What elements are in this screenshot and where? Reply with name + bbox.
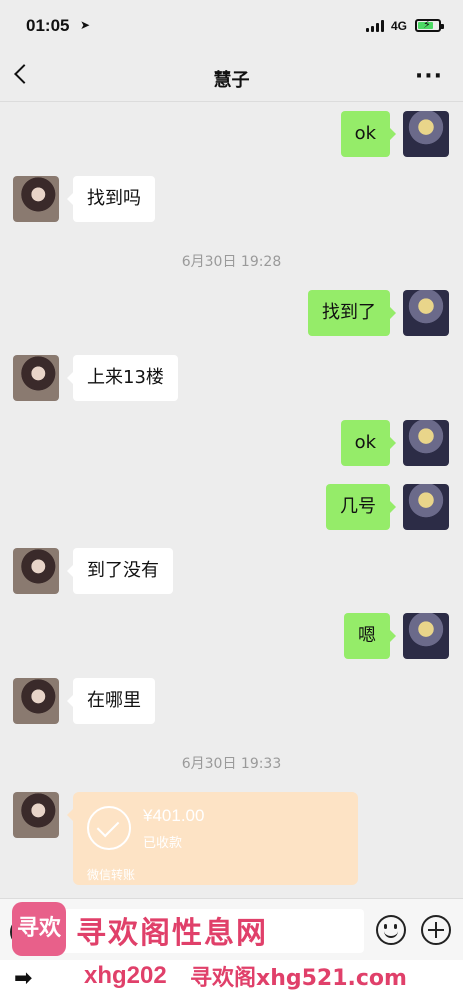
message-bubble[interactable]: 几号: [326, 484, 396, 530]
my-avatar[interactable]: [403, 111, 449, 157]
contact-avatar[interactable]: [13, 548, 59, 594]
watermark-url: 寻欢阁xhg521.com: [190, 966, 407, 991]
message-bubble[interactable]: ok: [340, 111, 397, 157]
transfer-label: 微信转账: [87, 868, 136, 882]
my-avatar[interactable]: [403, 484, 449, 530]
cellular-signal-icon: [366, 20, 386, 32]
contact-avatar[interactable]: [13, 678, 59, 724]
check-icon: [87, 806, 131, 850]
message-bubble[interactable]: 到了没有: [67, 548, 173, 594]
contact-avatar[interactable]: [13, 792, 59, 838]
chat-title: 慧子: [213, 70, 250, 91]
my-avatar[interactable]: [403, 420, 449, 466]
location-arrow-icon: ➤: [80, 18, 91, 32]
message-bubble[interactable]: 嗯: [344, 613, 396, 659]
plus-icon[interactable]: [421, 915, 451, 945]
battery-charging-icon: ⚡: [415, 18, 444, 32]
contact-avatar[interactable]: [13, 355, 59, 401]
transfer-card[interactable]: ¥401.00 已收款 微信转账: [67, 792, 358, 885]
message-bubble[interactable]: 在哪里: [67, 678, 155, 724]
my-avatar[interactable]: [403, 613, 449, 659]
emoji-icon[interactable]: [376, 915, 406, 945]
transfer-amount: ¥401.00: [143, 806, 205, 825]
watermark-url: xhg202: [84, 962, 167, 989]
contact-avatar[interactable]: [13, 176, 59, 222]
message-bubble[interactable]: 找到吗: [67, 176, 155, 222]
transfer-status: 已收款: [143, 836, 183, 851]
watermark-title: 寻欢阁性息网: [76, 916, 268, 951]
status-time: 01:05: [26, 16, 70, 35]
network-type: 4G: [391, 19, 408, 33]
arrow-icon: ➡: [14, 966, 33, 991]
more-icon[interactable]: ···: [415, 64, 443, 89]
timestamp: 6月30日 19:33: [181, 756, 282, 772]
my-avatar[interactable]: [403, 290, 449, 336]
status-bar: 01:05 ➤ 4G ⚡: [0, 0, 463, 52]
message-bubble[interactable]: 上来13楼: [67, 355, 178, 401]
message-bubble[interactable]: 找到了: [308, 290, 396, 336]
timestamp: 6月30日 19:28: [181, 254, 282, 270]
watermark-logo: 寻欢: [12, 902, 66, 956]
chat-area[interactable]: ok 找到吗 6月30日 19:28 找到了 上来13楼 ok 几号 到了没有 …: [0, 103, 463, 898]
nav-bar: 慧子 ···: [0, 52, 463, 102]
message-bubble[interactable]: ok: [340, 420, 397, 466]
